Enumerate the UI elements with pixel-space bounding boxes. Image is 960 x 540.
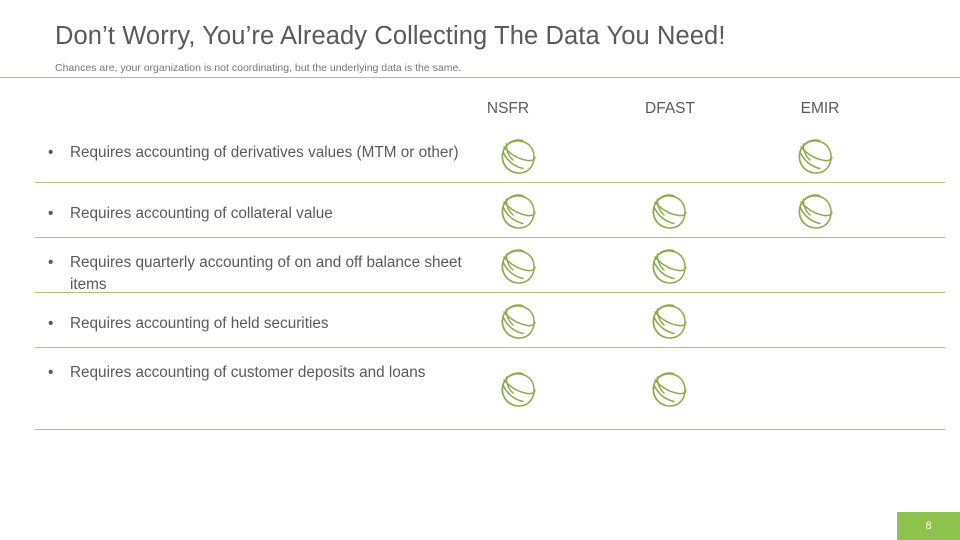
requirement-label: • Requires accounting of customer deposit… bbox=[48, 362, 468, 384]
sketch-circle-check-icon bbox=[645, 188, 691, 234]
sketch-circle-check-icon bbox=[645, 243, 691, 289]
requirement-label: • Requires quarterly accounting of on and… bbox=[48, 252, 468, 296]
sketch-circle-check-icon bbox=[494, 298, 540, 344]
table-row: • Requires accounting of held securities bbox=[0, 293, 960, 348]
requirement-text: Requires accounting of held securities bbox=[70, 315, 329, 332]
requirement-text: Requires accounting of customer deposits… bbox=[70, 364, 426, 381]
requirement-label: • Requires accounting of collateral value bbox=[48, 203, 468, 225]
table-row: • Requires quarterly accounting of on and… bbox=[0, 238, 960, 293]
page-number-badge: 8 bbox=[897, 512, 960, 540]
page-title: Don’t Worry, You’re Already Collecting T… bbox=[55, 22, 726, 50]
matrix-column-header-nsfr: NSFR bbox=[486, 100, 530, 117]
matrix-column-headers: NSFR DFAST EMIR bbox=[0, 100, 960, 126]
slide-header: Don’t Worry, You’re Already Collecting T… bbox=[0, 0, 960, 78]
requirement-label: • Requires accounting of derivatives valu… bbox=[48, 142, 468, 164]
requirement-label: • Requires accounting of held securities bbox=[48, 313, 468, 335]
page-subtitle: Chances are, your organization is not co… bbox=[55, 62, 462, 74]
sketch-circle-check-icon bbox=[791, 133, 837, 179]
bullet-icon: • bbox=[48, 254, 54, 271]
sketch-circle-check-icon bbox=[645, 298, 691, 344]
page-number-label: 8 bbox=[925, 520, 932, 532]
table-row: • Requires accounting of customer deposit… bbox=[0, 348, 960, 430]
requirements-matrix: NSFR DFAST EMIR • Requires accounting of de… bbox=[0, 78, 960, 440]
requirement-text: Requires accounting of derivatives value… bbox=[70, 144, 459, 161]
requirement-text: Requires accounting of collateral value bbox=[70, 205, 333, 222]
sketch-circle-check-icon bbox=[494, 188, 540, 234]
sketch-circle-check-icon bbox=[645, 366, 691, 412]
bullet-icon: • bbox=[48, 144, 54, 161]
sketch-circle-check-icon bbox=[494, 366, 540, 412]
row-divider bbox=[35, 429, 945, 430]
sketch-circle-check-icon bbox=[494, 133, 540, 179]
table-row: • Requires accounting of collateral value bbox=[0, 183, 960, 238]
bullet-icon: • bbox=[48, 364, 54, 381]
table-row: • Requires accounting of derivatives valu… bbox=[0, 128, 960, 183]
matrix-column-header-emir: EMIR bbox=[800, 100, 840, 117]
bullet-icon: • bbox=[48, 315, 54, 332]
requirement-text: Requires quarterly accounting of on and … bbox=[70, 254, 462, 294]
sketch-circle-check-icon bbox=[791, 188, 837, 234]
matrix-column-header-dfast: DFAST bbox=[645, 100, 695, 117]
bullet-icon: • bbox=[48, 205, 54, 222]
sketch-circle-check-icon bbox=[494, 243, 540, 289]
